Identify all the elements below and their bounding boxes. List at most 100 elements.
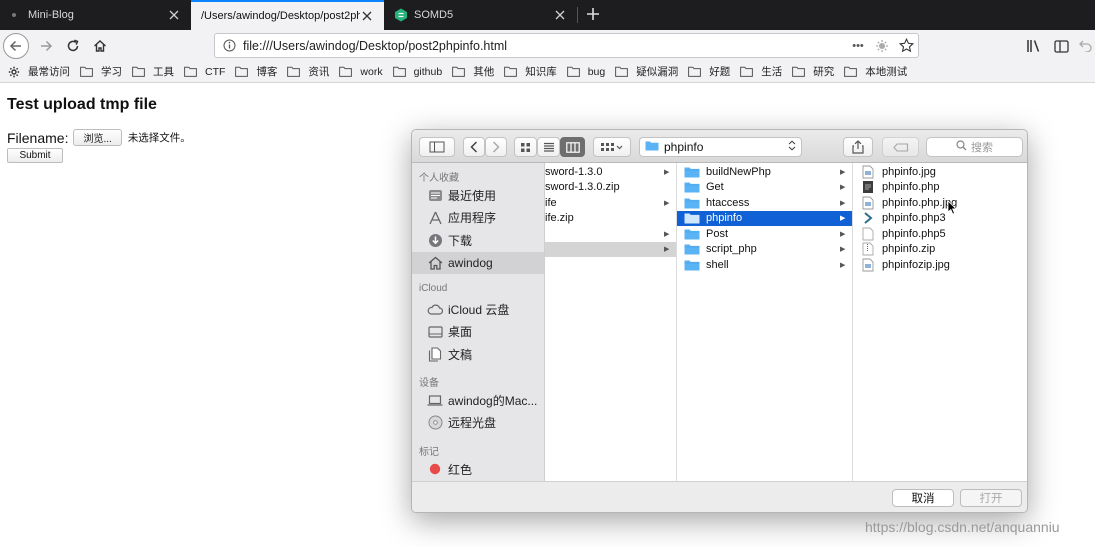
close-icon[interactable] [553,8,567,22]
reload-icon[interactable] [60,33,86,59]
bookmark-item[interactable]: 最常访问 [8,64,70,79]
sidebar-item-label: 远程光盘 [448,416,497,430]
bookmark-item[interactable]: 资讯 [287,64,329,79]
cancel-button[interactable]: 取消 [892,489,954,507]
home-icon[interactable] [87,33,113,59]
bookmark-item[interactable]: 生活 [740,64,782,79]
bookmark-item[interactable]: CTF [184,66,225,78]
disclosure-arrow-icon: ▶ [840,168,846,176]
folder-item[interactable]: buildNewPhp ▶ [677,164,852,179]
page-actions-icon[interactable]: ••• [846,36,870,56]
list-view-icon[interactable] [537,137,560,157]
address-bar[interactable]: file:///Users/awindog/Desktop/post2phpin… [214,33,919,58]
bookmark-item[interactable]: github [392,65,443,78]
gear-icon [8,66,24,78]
file-item[interactable]: phpinfo.php [853,180,1027,195]
folder-item[interactable]: htaccess ▶ [677,195,852,210]
folder-item[interactable]: Post ▶ [677,226,852,241]
file-item[interactable]: phpinfozip.jpg [853,257,1027,272]
bookmark-item[interactable]: 好题 [688,64,730,79]
folder-icon [844,66,861,77]
submit-button[interactable]: Submit [7,148,63,163]
close-icon[interactable] [167,8,181,22]
column-view-icon[interactable] [560,137,585,157]
folder-item[interactable]: shell ▶ [677,257,852,272]
close-icon[interactable] [360,9,374,23]
open-button[interactable]: 打开 [960,489,1022,507]
sidebar-toggle-icon[interactable] [1048,33,1074,59]
sidebar-item[interactable]: 下载 [412,229,544,251]
forward-icon[interactable] [485,137,507,157]
new-tab-icon[interactable] [583,4,603,24]
bookmark-label: 好题 [709,66,731,78]
sidebar-item[interactable]: awindog [412,251,544,274]
sidebar-item[interactable]: awindog的Mac... [412,389,544,411]
bookmark-item[interactable]: 学习 [80,64,122,79]
folder-icon [683,227,701,240]
tag-icon[interactable] [882,137,919,157]
search-field[interactable]: 搜索 [926,137,1023,157]
group-view-icon[interactable] [593,137,631,157]
tracking-protection-icon[interactable] [870,36,894,56]
disclosure-arrow-icon: ▶ [840,230,846,238]
tab-mini-blog[interactable]: Mini-Blog [0,0,191,30]
bookmark-item[interactable]: 其他 [452,64,494,79]
back-icon[interactable] [3,33,29,59]
sidebar-item[interactable]: 红色 [412,458,544,480]
file-item[interactable]: phpinfo.zip [853,242,1027,257]
bookmark-star-icon[interactable] [894,36,918,56]
sidebar-item[interactable]: 文稿 [412,343,544,365]
column-item[interactable]: ife ▶ [545,195,676,210]
disc-icon [426,415,444,431]
library-icon[interactable] [1021,33,1047,59]
bookmark-item[interactable]: bug [566,66,605,78]
column-item[interactable]: ife.zip [545,211,676,226]
folder-item[interactable]: script_php ▶ [677,242,852,257]
bookmark-item[interactable]: 本地测试 [844,64,907,79]
bookmark-item[interactable]: work [339,66,383,78]
image-file-icon [859,258,877,271]
bookmark-item[interactable]: 知识库 [504,64,557,79]
tab-somd5[interactable]: SOMD5 [384,0,577,30]
browse-button[interactable]: 浏览... [73,129,122,146]
column-item[interactable]: sword-1.3.0.zip [545,180,676,195]
share-icon[interactable] [843,137,873,157]
file-icon [859,227,877,240]
column-item[interactable]: ▶ [545,226,676,241]
upload-form-row: Filename: 浏览... 未选择文件。 [7,129,191,146]
icon-view-icon[interactable] [514,137,537,157]
column-item[interactable]: sword-1.3.0 ▶ [545,164,676,179]
file-name: Post [706,227,729,240]
column-item[interactable]: ▶ [545,241,676,257]
file-item[interactable]: phpinfo.jpg [853,164,1027,179]
folder-item[interactable]: Get ▶ [677,180,852,195]
folder-icon [683,243,701,256]
file-item[interactable]: phpinfo.php5 [853,226,1027,241]
bookmark-item[interactable]: 博客 [235,64,277,79]
back-icon[interactable] [463,137,485,157]
sidebar-toggle-icon[interactable] [419,137,455,157]
bookmark-label: github [413,65,443,78]
sidebar-item[interactable]: 远程光盘 [412,412,544,434]
recents-icon [426,187,444,203]
sidebar-item[interactable]: iCloud 云盘 [412,298,544,320]
bookmark-item[interactable]: 研究 [792,64,834,79]
file-item[interactable]: phpinfo.php.jpg [853,195,1027,210]
sidebar-item[interactable]: 应用程序 [412,207,544,229]
bookmark-item[interactable]: 工具 [132,64,174,79]
sidebar-item[interactable]: 桌面 [412,321,544,343]
tab-post2phpinfo[interactable]: /Users/awindog/Desktop/post2phpi [191,0,384,30]
info-icon[interactable] [215,39,243,52]
url-text[interactable]: file:///Users/awindog/Desktop/post2phpin… [243,39,846,53]
tab-title: SOMD5 [414,9,454,21]
undo-icon[interactable] [1075,33,1095,59]
file-item[interactable]: phpinfo.php3 [853,211,1027,226]
forward-icon[interactable] [33,33,59,59]
sidebar-item[interactable]: 最近使用 [412,184,544,206]
file-name: sword-1.3.0 [545,165,603,178]
bookmark-label: 本地测试 [865,66,908,78]
folder-item[interactable]: phpinfo ▶ [677,210,852,226]
path-selector[interactable]: phpinfo [639,137,802,157]
bookmark-item[interactable]: 疑似漏洞 [615,64,678,79]
disclosure-arrow-icon: ▶ [664,199,670,207]
